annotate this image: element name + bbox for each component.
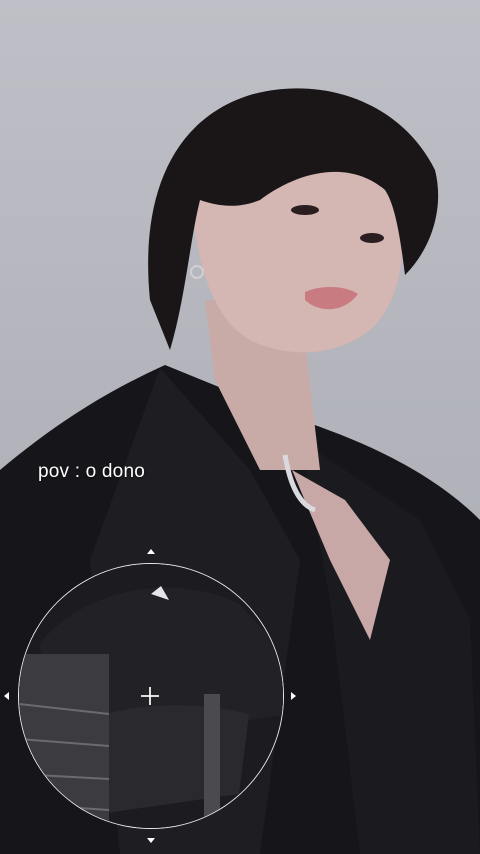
crosshair-icon: [141, 687, 159, 705]
eye-left: [291, 205, 319, 215]
eye-right: [360, 233, 384, 243]
video-frame: pov : o dono: [0, 0, 480, 854]
earring: [190, 265, 204, 279]
lens-pole: [204, 694, 220, 828]
arrow-left-icon[interactable]: [4, 692, 9, 700]
caption-text: pov : o dono: [38, 461, 145, 482]
arrow-up-icon[interactable]: [147, 549, 155, 554]
arrow-right-icon[interactable]: [291, 692, 296, 700]
arrow-down-icon[interactable]: [147, 838, 155, 843]
